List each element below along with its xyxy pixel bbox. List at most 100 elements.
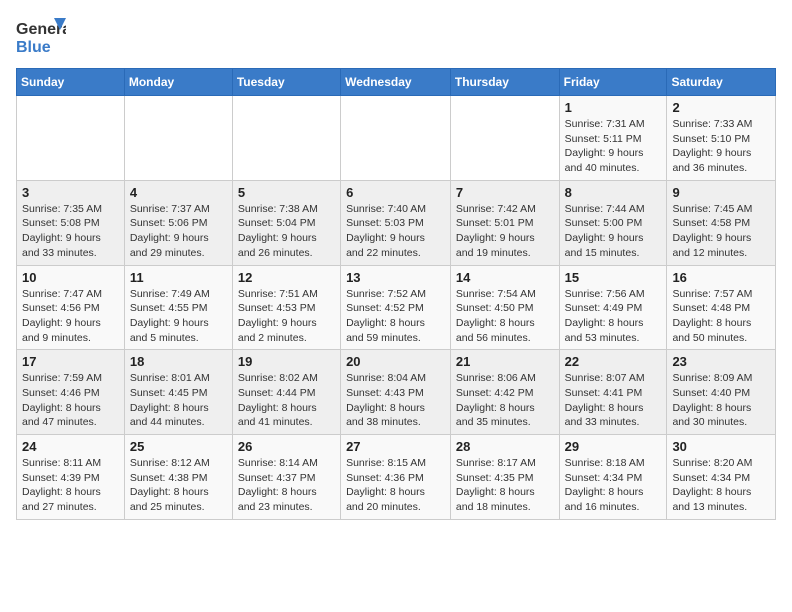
day-info: Sunrise: 7:52 AM Sunset: 4:52 PM Dayligh…	[346, 287, 445, 346]
day-number: 16	[672, 270, 770, 285]
calendar-cell: 10 Sunrise: 7:47 AM Sunset: 4:56 PM Dayli…	[17, 265, 125, 350]
calendar-cell: 3 Sunrise: 7:35 AM Sunset: 5:08 PM Daylig…	[17, 180, 125, 265]
day-number: 13	[346, 270, 445, 285]
day-info: Sunrise: 7:47 AM Sunset: 4:56 PM Dayligh…	[22, 287, 119, 346]
calendar-header-row: SundayMondayTuesdayWednesdayThursdayFrid…	[17, 69, 776, 96]
day-number: 26	[238, 439, 335, 454]
day-number: 17	[22, 354, 119, 369]
day-number: 14	[456, 270, 554, 285]
svg-text:Blue: Blue	[16, 39, 51, 56]
calendar-cell: 13 Sunrise: 7:52 AM Sunset: 4:52 PM Dayli…	[341, 265, 451, 350]
day-info: Sunrise: 8:14 AM Sunset: 4:37 PM Dayligh…	[238, 456, 335, 515]
calendar-week-1: 3 Sunrise: 7:35 AM Sunset: 5:08 PM Daylig…	[17, 180, 776, 265]
day-number: 25	[130, 439, 227, 454]
day-info: Sunrise: 8:06 AM Sunset: 4:42 PM Dayligh…	[456, 371, 554, 430]
day-number: 21	[456, 354, 554, 369]
day-number: 11	[130, 270, 227, 285]
day-number: 3	[22, 185, 119, 200]
day-info: Sunrise: 8:17 AM Sunset: 4:35 PM Dayligh…	[456, 456, 554, 515]
calendar-cell: 17 Sunrise: 7:59 AM Sunset: 4:46 PM Dayli…	[17, 350, 125, 435]
calendar-week-0: 1 Sunrise: 7:31 AM Sunset: 5:11 PM Daylig…	[17, 96, 776, 181]
day-info: Sunrise: 7:37 AM Sunset: 5:06 PM Dayligh…	[130, 202, 227, 261]
day-info: Sunrise: 7:44 AM Sunset: 5:00 PM Dayligh…	[565, 202, 662, 261]
calendar-cell	[17, 96, 125, 181]
calendar-cell: 25Sunrise: 8:12 AM Sunset: 4:38 PM Dayli…	[124, 435, 232, 520]
calendar-cell	[341, 96, 451, 181]
calendar-cell: 21 Sunrise: 8:06 AM Sunset: 4:42 PM Dayli…	[450, 350, 559, 435]
calendar-cell: 30Sunrise: 8:20 AM Sunset: 4:34 PM Dayli…	[667, 435, 776, 520]
calendar-cell: 18 Sunrise: 8:01 AM Sunset: 4:45 PM Dayli…	[124, 350, 232, 435]
calendar-cell: 8 Sunrise: 7:44 AM Sunset: 5:00 PM Daylig…	[559, 180, 667, 265]
day-info: Sunrise: 7:31 AM Sunset: 5:11 PM Dayligh…	[565, 117, 662, 176]
calendar: SundayMondayTuesdayWednesdayThursdayFrid…	[16, 68, 776, 520]
day-number: 10	[22, 270, 119, 285]
calendar-cell: 27 Sunrise: 8:15 AM Sunset: 4:36 PM Dayli…	[341, 435, 451, 520]
day-number: 28	[456, 439, 554, 454]
day-info: Sunrise: 7:51 AM Sunset: 4:53 PM Dayligh…	[238, 287, 335, 346]
calendar-cell: 1 Sunrise: 7:31 AM Sunset: 5:11 PM Daylig…	[559, 96, 667, 181]
day-info: Sunrise: 7:56 AM Sunset: 4:49 PM Dayligh…	[565, 287, 662, 346]
calendar-week-4: 24 Sunrise: 8:11 AM Sunset: 4:39 PM Dayli…	[17, 435, 776, 520]
day-info: Sunrise: 8:20 AM Sunset: 4:34 PM Dayligh…	[672, 456, 770, 515]
day-info: Sunrise: 7:42 AM Sunset: 5:01 PM Dayligh…	[456, 202, 554, 261]
calendar-cell: 19 Sunrise: 8:02 AM Sunset: 4:44 PM Dayli…	[232, 350, 340, 435]
calendar-header-friday: Friday	[559, 69, 667, 96]
calendar-header-thursday: Thursday	[450, 69, 559, 96]
day-info: Sunrise: 8:01 AM Sunset: 4:45 PM Dayligh…	[130, 371, 227, 430]
day-number: 1	[565, 100, 662, 115]
day-info: Sunrise: 8:15 AM Sunset: 4:36 PM Dayligh…	[346, 456, 445, 515]
day-number: 15	[565, 270, 662, 285]
calendar-header-saturday: Saturday	[667, 69, 776, 96]
day-number: 24	[22, 439, 119, 454]
day-info: Sunrise: 8:02 AM Sunset: 4:44 PM Dayligh…	[238, 371, 335, 430]
day-number: 22	[565, 354, 662, 369]
day-info: Sunrise: 7:59 AM Sunset: 4:46 PM Dayligh…	[22, 371, 119, 430]
logo-svg: GeneralBlue	[16, 16, 66, 60]
day-info: Sunrise: 7:49 AM Sunset: 4:55 PM Dayligh…	[130, 287, 227, 346]
day-number: 7	[456, 185, 554, 200]
calendar-cell: 23 Sunrise: 8:09 AM Sunset: 4:40 PM Dayli…	[667, 350, 776, 435]
day-info: Sunrise: 7:33 AM Sunset: 5:10 PM Dayligh…	[672, 117, 770, 176]
calendar-body: 1 Sunrise: 7:31 AM Sunset: 5:11 PM Daylig…	[17, 96, 776, 520]
day-number: 8	[565, 185, 662, 200]
day-info: Sunrise: 7:45 AM Sunset: 4:58 PM Dayligh…	[672, 202, 770, 261]
day-info: Sunrise: 7:35 AM Sunset: 5:08 PM Dayligh…	[22, 202, 119, 261]
logo: GeneralBlue	[16, 16, 66, 60]
day-number: 20	[346, 354, 445, 369]
day-number: 19	[238, 354, 335, 369]
calendar-cell	[450, 96, 559, 181]
calendar-cell: 28 Sunrise: 8:17 AM Sunset: 4:35 PM Dayli…	[450, 435, 559, 520]
day-info: Sunrise: 7:57 AM Sunset: 4:48 PM Dayligh…	[672, 287, 770, 346]
day-info: Sunrise: 7:38 AM Sunset: 5:04 PM Dayligh…	[238, 202, 335, 261]
day-info: Sunrise: 8:04 AM Sunset: 4:43 PM Dayligh…	[346, 371, 445, 430]
calendar-cell: 15 Sunrise: 7:56 AM Sunset: 4:49 PM Dayli…	[559, 265, 667, 350]
calendar-header-monday: Monday	[124, 69, 232, 96]
calendar-cell: 5 Sunrise: 7:38 AM Sunset: 5:04 PM Daylig…	[232, 180, 340, 265]
calendar-cell	[124, 96, 232, 181]
day-number: 27	[346, 439, 445, 454]
day-info: Sunrise: 8:09 AM Sunset: 4:40 PM Dayligh…	[672, 371, 770, 430]
calendar-week-2: 10 Sunrise: 7:47 AM Sunset: 4:56 PM Dayli…	[17, 265, 776, 350]
calendar-cell	[232, 96, 340, 181]
day-number: 2	[672, 100, 770, 115]
day-number: 12	[238, 270, 335, 285]
day-number: 23	[672, 354, 770, 369]
day-number: 4	[130, 185, 227, 200]
calendar-cell: 6 Sunrise: 7:40 AM Sunset: 5:03 PM Daylig…	[341, 180, 451, 265]
day-info: Sunrise: 8:07 AM Sunset: 4:41 PM Dayligh…	[565, 371, 662, 430]
calendar-cell: 4 Sunrise: 7:37 AM Sunset: 5:06 PM Daylig…	[124, 180, 232, 265]
day-info: Sunrise: 7:40 AM Sunset: 5:03 PM Dayligh…	[346, 202, 445, 261]
day-info: Sunrise: 8:18 AM Sunset: 4:34 PM Dayligh…	[565, 456, 662, 515]
calendar-cell: 24 Sunrise: 8:11 AM Sunset: 4:39 PM Dayli…	[17, 435, 125, 520]
calendar-cell: 26 Sunrise: 8:14 AM Sunset: 4:37 PM Dayli…	[232, 435, 340, 520]
day-number: 18	[130, 354, 227, 369]
day-number: 5	[238, 185, 335, 200]
day-number: 9	[672, 185, 770, 200]
page-header: GeneralBlue	[16, 16, 776, 60]
calendar-header-wednesday: Wednesday	[341, 69, 451, 96]
day-info: Sunrise: 8:11 AM Sunset: 4:39 PM Dayligh…	[22, 456, 119, 515]
calendar-cell: 7 Sunrise: 7:42 AM Sunset: 5:01 PM Daylig…	[450, 180, 559, 265]
day-number: 6	[346, 185, 445, 200]
day-info: Sunrise: 7:54 AM Sunset: 4:50 PM Dayligh…	[456, 287, 554, 346]
calendar-cell: 12 Sunrise: 7:51 AM Sunset: 4:53 PM Dayli…	[232, 265, 340, 350]
